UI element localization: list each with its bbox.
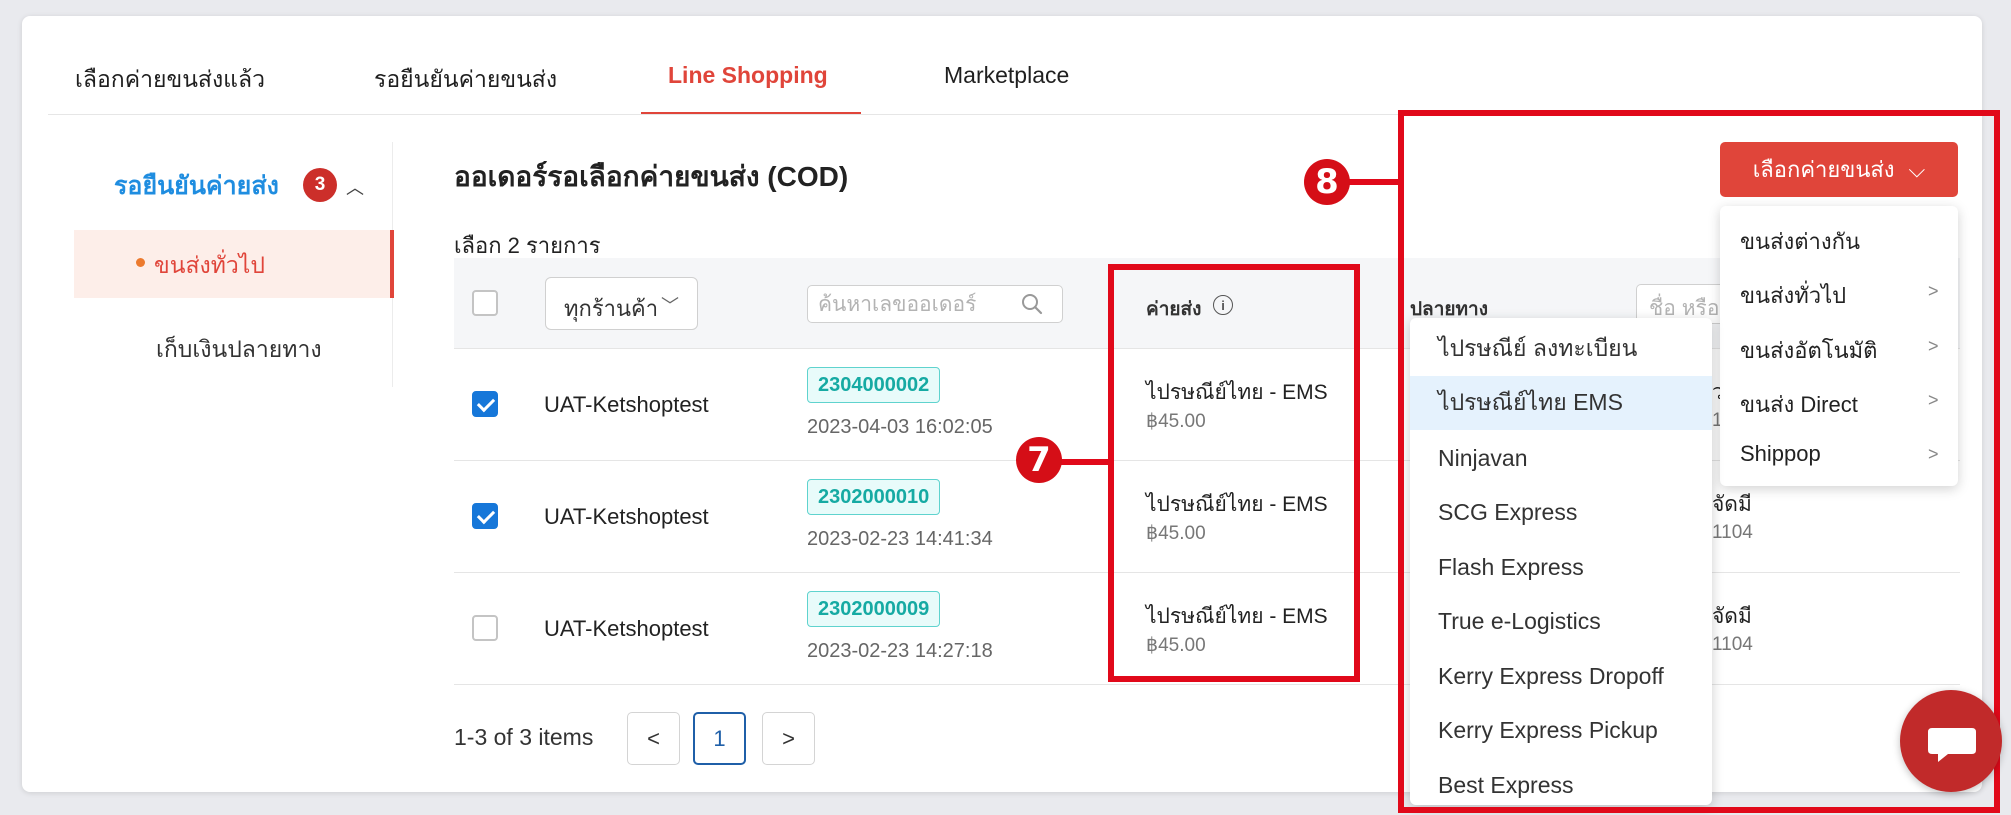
chevron-up-icon[interactable]: ︿	[346, 174, 364, 200]
row-checkbox[interactable]	[472, 503, 498, 529]
row-checkbox[interactable]	[472, 615, 498, 641]
row-checkbox[interactable]	[472, 391, 498, 417]
sidebar-group-title[interactable]: รอยืนยันค่ายส่ง	[114, 166, 279, 206]
annotation-marker-8: 8	[1304, 159, 1350, 205]
sidebar-item-label: ขนส่งทั่วไป	[154, 252, 265, 278]
order-number[interactable]: 2302000010	[807, 479, 941, 515]
tab-line-shopping[interactable]: Line Shopping	[668, 62, 828, 89]
order-number[interactable]: 2304000002	[807, 367, 941, 403]
prev-page-button[interactable]: <	[627, 712, 680, 765]
order-search[interactable]	[807, 285, 1063, 323]
tab-carrier-selected[interactable]: เลือกค่ายขนส่งแล้ว	[75, 62, 265, 98]
next-page-button[interactable]: >	[762, 712, 815, 765]
active-dot-icon	[136, 258, 145, 267]
order-search-input[interactable]	[818, 291, 1018, 319]
row-store: UAT-Ketshoptest	[544, 392, 709, 417]
row-store: UAT-Ketshoptest	[544, 504, 709, 529]
annotation-box-shipping	[1108, 264, 1360, 682]
chat-button[interactable]	[1900, 690, 2002, 792]
order-date: 2023-02-23 14:41:34	[807, 528, 993, 550]
annotation-leader-line	[1348, 179, 1400, 185]
tab-marketplace[interactable]: Marketplace	[944, 62, 1069, 89]
order-date: 2023-04-03 16:02:05	[807, 416, 993, 438]
page-1-button[interactable]: 1	[693, 712, 746, 765]
sidebar-count-badge: 3	[303, 168, 337, 202]
chat-icon	[1928, 728, 1976, 762]
row-store: UAT-Ketshoptest	[544, 616, 709, 641]
search-icon[interactable]	[1020, 291, 1044, 317]
store-filter-value: ทุกร้านค้า	[564, 296, 659, 321]
annotation-marker-7: 7	[1016, 437, 1062, 483]
pagination-info: 1-3 of 3 items	[454, 724, 594, 750]
order-date: 2023-02-23 14:27:18	[807, 640, 993, 662]
chevron-down-icon: ﹀	[661, 296, 679, 316]
select-all-checkbox[interactable]	[472, 290, 498, 316]
order-number[interactable]: 2302000009	[807, 591, 941, 627]
store-filter-select[interactable]: ทุกร้านค้า ﹀	[545, 277, 698, 330]
page-title: ออเดอร์รอเลือกค่ายขนส่ง (COD)	[454, 161, 849, 192]
tab-awaiting-carrier[interactable]: รอยืนยันค่ายขนส่ง	[374, 62, 557, 98]
sidebar-item-cod[interactable]: เก็บเงินปลายทาง	[156, 332, 322, 368]
